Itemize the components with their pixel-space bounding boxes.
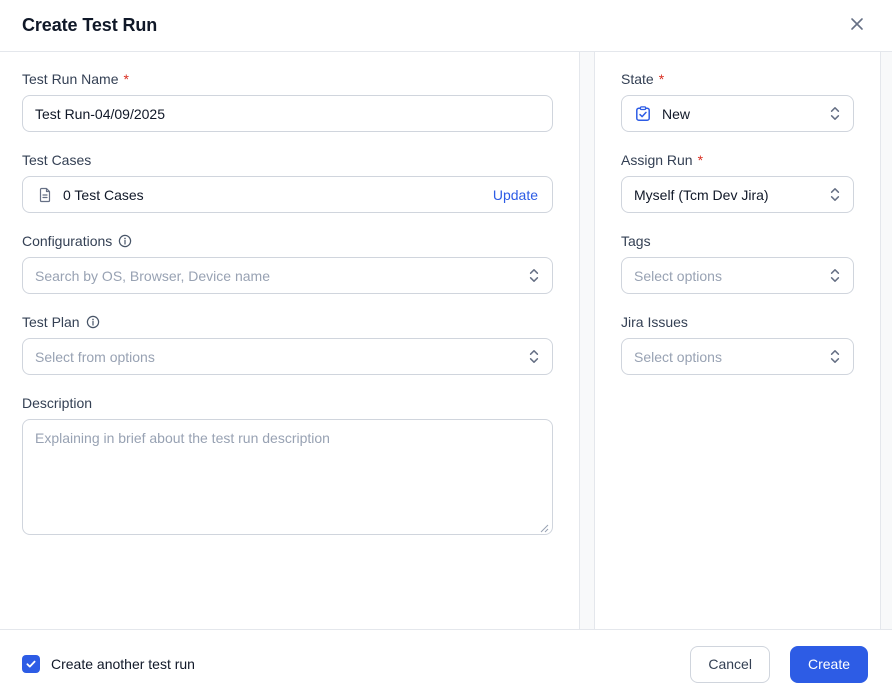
field-configurations: Configurations Search by OS, Browser, De… — [22, 233, 553, 294]
tags-label: Tags — [621, 233, 854, 249]
right-panel-content: State * New Assign Run * Myself (Tcm Dev… — [595, 52, 880, 629]
create-button[interactable]: Create — [789, 645, 868, 683]
test-plan-placeholder: Select from options — [35, 348, 155, 365]
left-panel-scroll-gutter — [580, 52, 594, 629]
chevron-up-down-icon — [528, 267, 540, 284]
tags-select[interactable]: Select options — [621, 257, 854, 294]
assign-run-select[interactable]: Myself (Tcm Dev Jira) — [621, 176, 854, 213]
test-cases-count: 0 Test Cases — [63, 186, 144, 203]
tags-placeholder: Select options — [634, 267, 722, 284]
right-panel: State * New Assign Run * Myself (Tcm Dev… — [594, 52, 892, 629]
description-label: Description — [22, 395, 553, 411]
chevron-up-down-icon — [829, 186, 841, 203]
field-test-run-name: Test Run Name * — [22, 71, 553, 132]
create-another-label[interactable]: Create another test run — [51, 656, 195, 672]
jira-issues-placeholder: Select options — [634, 348, 722, 365]
modal-footer: Create another test run Cancel Create — [0, 629, 892, 698]
close-icon — [848, 15, 866, 36]
chevron-up-down-icon — [829, 105, 841, 122]
test-run-name-input[interactable] — [22, 95, 553, 132]
jira-issues-select[interactable]: Select options — [621, 338, 854, 375]
test-cases-label: Test Cases — [22, 152, 553, 168]
required-asterisk: * — [123, 71, 129, 87]
configurations-select[interactable]: Search by OS, Browser, Device name — [22, 257, 553, 294]
configurations-placeholder: Search by OS, Browser, Device name — [35, 267, 270, 284]
label-text: Assign Run — [621, 152, 693, 168]
clipboard-check-icon — [634, 105, 652, 123]
label-text: Jira Issues — [621, 314, 688, 330]
state-select[interactable]: New — [621, 95, 854, 132]
field-state: State * New — [621, 71, 854, 132]
create-test-run-modal: Create Test Run Test Run Name * Test Cas… — [0, 0, 892, 698]
right-panel-scroll-gutter — [880, 52, 892, 629]
assign-run-value: Myself (Tcm Dev Jira) — [634, 186, 769, 203]
test-cases-box: 0 Test Cases Update — [22, 176, 553, 213]
label-text: Configurations — [22, 233, 113, 249]
modal-header: Create Test Run — [0, 0, 892, 52]
cancel-button[interactable]: Cancel — [690, 645, 770, 683]
chevron-up-down-icon — [528, 348, 540, 365]
test-run-name-label: Test Run Name * — [22, 71, 553, 87]
jira-issues-label: Jira Issues — [621, 314, 854, 330]
left-panel: Test Run Name * Test Cases — [0, 52, 580, 629]
label-text: Test Plan — [22, 314, 80, 330]
state-value: New — [662, 105, 691, 122]
check-icon — [25, 658, 37, 670]
field-tags: Tags Select options — [621, 233, 854, 294]
field-test-plan: Test Plan Select from options — [22, 314, 553, 375]
modal-body: Test Run Name * Test Cases — [0, 52, 892, 629]
label-text: Description — [22, 395, 93, 411]
create-another-checkbox[interactable] — [22, 655, 40, 673]
assign-run-label: Assign Run * — [621, 152, 854, 168]
required-asterisk: * — [697, 152, 704, 168]
info-icon[interactable] — [86, 315, 100, 329]
label-text: State — [621, 71, 654, 87]
label-text: Test Cases — [22, 152, 92, 168]
label-text: Test Run Name — [22, 71, 119, 87]
description-textarea[interactable] — [22, 419, 553, 535]
document-icon — [37, 187, 53, 203]
field-test-cases: Test Cases 0 Test Cases Update — [22, 152, 553, 213]
modal-title: Create Test Run — [22, 15, 158, 35]
field-jira-issues: Jira Issues Select options — [621, 314, 854, 375]
resize-handle-icon[interactable] — [540, 524, 549, 533]
test-plan-label: Test Plan — [22, 314, 553, 330]
field-assign-run: Assign Run * Myself (Tcm Dev Jira) — [621, 152, 854, 213]
state-label: State * — [621, 71, 854, 87]
close-button[interactable] — [844, 11, 870, 40]
configurations-label: Configurations — [22, 233, 553, 249]
chevron-up-down-icon — [829, 348, 841, 365]
test-plan-select[interactable]: Select from options — [22, 338, 553, 375]
required-asterisk: * — [658, 71, 665, 87]
field-description: Description — [22, 395, 553, 540]
label-text: Tags — [621, 233, 651, 249]
update-test-cases-button[interactable]: Update — [493, 187, 538, 203]
info-icon[interactable] — [118, 234, 132, 248]
chevron-up-down-icon — [829, 267, 841, 284]
